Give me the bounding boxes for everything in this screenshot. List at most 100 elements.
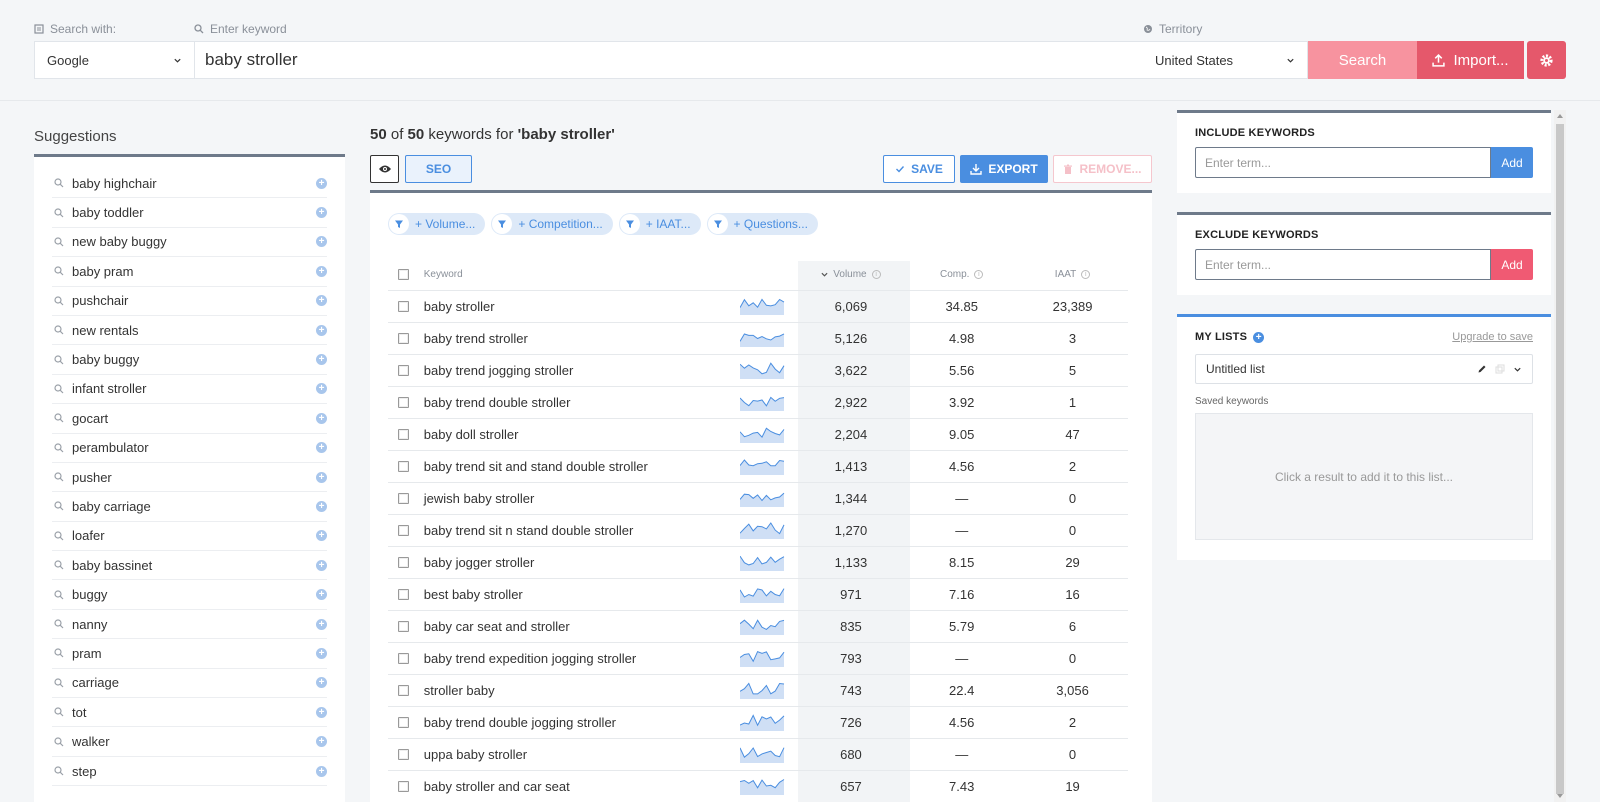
row-checkbox[interactable] <box>398 620 409 632</box>
keyword-cell[interactable]: uppa baby stroller <box>423 738 740 771</box>
table-row[interactable]: baby trend expedition jogging stroller 79… <box>388 642 1128 675</box>
table-row[interactable]: baby trend double stroller 2,922 3.92 1 <box>388 386 1128 419</box>
keyword-cell[interactable]: baby trend double stroller <box>423 386 740 419</box>
row-checkbox[interactable] <box>398 524 409 536</box>
suggestion-item[interactable]: baby bassinet + <box>52 551 327 581</box>
filter-chip[interactable]: + IAAT... <box>618 213 701 235</box>
suggestion-item[interactable]: step + <box>52 757 327 787</box>
keyword-cell[interactable]: baby car seat and stroller <box>423 610 740 643</box>
info-icon[interactable]: i <box>1081 269 1091 279</box>
suggestion-item[interactable]: carriage + <box>52 669 327 699</box>
suggestion-item[interactable]: pusher + <box>52 463 327 493</box>
add-suggestion-icon[interactable]: + <box>316 589 327 601</box>
row-checkbox[interactable] <box>398 364 409 376</box>
suggestion-item[interactable]: loafer + <box>52 522 327 552</box>
suggestion-item[interactable]: gocart + <box>52 404 327 434</box>
add-suggestion-icon[interactable]: + <box>316 677 327 689</box>
row-checkbox[interactable] <box>398 332 409 344</box>
keyword-cell[interactable]: baby stroller and car seat <box>423 770 740 802</box>
suggestion-item[interactable]: baby pram + <box>52 257 327 287</box>
add-suggestion-icon[interactable]: + <box>316 647 327 659</box>
row-checkbox[interactable] <box>398 428 409 440</box>
iaat-column-header[interactable]: IAAT i <box>1017 259 1128 291</box>
add-suggestion-icon[interactable]: + <box>316 559 327 571</box>
add-suggestion-icon[interactable]: + <box>316 618 327 630</box>
seo-button[interactable]: SEO <box>405 155 472 183</box>
keyword-cell[interactable]: baby trend double jogging stroller <box>423 706 740 739</box>
volume-column-header[interactable]: Volume i <box>795 259 907 291</box>
table-row[interactable]: baby trend double jogging stroller 726 4.5… <box>388 706 1128 739</box>
upgrade-link[interactable]: Upgrade to save <box>1452 331 1533 343</box>
row-checkbox[interactable] <box>398 460 409 472</box>
exclude-term-input[interactable]: Enter term... <box>1195 249 1491 280</box>
table-row[interactable]: baby trend stroller 5,126 4.98 3 <box>388 322 1128 355</box>
include-add-button[interactable]: Add <box>1491 147 1533 178</box>
keyword-cell[interactable]: best baby stroller <box>423 578 740 611</box>
add-suggestion-icon[interactable]: + <box>316 530 327 542</box>
add-list-icon[interactable]: + <box>1253 331 1265 343</box>
list-select[interactable]: Untitled list <box>1195 354 1533 384</box>
row-checkbox[interactable] <box>398 588 409 600</box>
add-suggestion-icon[interactable]: + <box>316 324 327 336</box>
add-suggestion-icon[interactable]: + <box>316 383 327 395</box>
add-suggestion-icon[interactable]: + <box>316 442 327 454</box>
export-button[interactable]: EXPORT <box>960 155 1048 183</box>
row-checkbox[interactable] <box>398 684 409 696</box>
suggestion-item[interactable]: new baby buggy + <box>52 228 327 258</box>
add-suggestion-icon[interactable]: + <box>316 295 327 307</box>
exclude-add-button[interactable]: Add <box>1491 249 1533 280</box>
info-icon[interactable]: i <box>871 269 881 279</box>
suggestion-item[interactable]: buggy + <box>52 580 327 610</box>
scroll-down-arrow[interactable] <box>1557 794 1563 798</box>
suggestion-item[interactable]: pram + <box>52 639 327 669</box>
suggestion-item[interactable]: pushchair + <box>52 287 327 316</box>
table-row[interactable]: baby doll stroller 2,204 9.05 47 <box>388 418 1128 451</box>
search-button[interactable]: Search <box>1308 41 1417 79</box>
keyword-cell[interactable]: baby trend sit and stand double stroller <box>423 450 740 483</box>
add-suggestion-icon[interactable]: + <box>316 471 327 483</box>
filter-chip[interactable]: + Competition... <box>491 213 613 235</box>
table-row[interactable]: uppa baby stroller 680—0 <box>388 738 1128 771</box>
table-row[interactable]: baby jogger stroller 1,133 8.15 29 <box>388 546 1128 579</box>
table-row[interactable]: baby stroller 6,069 34.85 23,389 <box>388 290 1128 323</box>
keyword-cell[interactable]: baby stroller <box>423 290 740 323</box>
suggestion-item[interactable]: new rentals + <box>52 316 327 346</box>
suggestion-item[interactable]: baby highchair + <box>52 169 327 199</box>
scroll-up-arrow[interactable] <box>1557 114 1563 118</box>
suggestion-item[interactable]: baby carriage + <box>52 492 327 522</box>
filter-chip[interactable]: + Questions... <box>706 213 818 235</box>
table-row[interactable]: baby car seat and stroller 835 5.79 6 <box>388 610 1128 643</box>
filter-chip[interactable]: + Volume... <box>388 213 486 235</box>
keyword-cell[interactable]: baby doll stroller <box>423 418 740 451</box>
add-suggestion-icon[interactable]: + <box>316 236 327 248</box>
row-checkbox[interactable] <box>398 492 409 504</box>
add-suggestion-icon[interactable]: + <box>316 736 327 748</box>
add-suggestion-icon[interactable]: + <box>316 412 327 424</box>
add-suggestion-icon[interactable]: + <box>316 500 327 512</box>
row-checkbox[interactable] <box>398 716 409 728</box>
suggestion-item[interactable]: infant stroller + <box>52 375 327 405</box>
keyword-cell[interactable]: jewish baby stroller <box>423 482 740 515</box>
table-row[interactable]: best baby stroller 971 7.16 16 <box>388 578 1128 611</box>
import-button[interactable]: Import... <box>1417 41 1524 79</box>
info-icon[interactable]: i <box>974 269 984 279</box>
suggestion-item[interactable]: perambulator + <box>52 434 327 463</box>
suggestion-item[interactable]: nanny + <box>52 610 327 640</box>
row-checkbox[interactable] <box>398 300 409 312</box>
pencil-icon[interactable] <box>1477 364 1487 374</box>
keyword-cell[interactable]: baby trend sit n stand double stroller <box>423 514 740 547</box>
table-row[interactable]: baby trend sit n stand double stroller 1,… <box>388 514 1128 547</box>
copy-icon[interactable] <box>1495 364 1505 374</box>
row-checkbox[interactable] <box>398 556 409 568</box>
scrollbar-thumb[interactable] <box>1556 124 1564 794</box>
add-suggestion-icon[interactable]: + <box>316 207 327 219</box>
add-suggestion-icon[interactable]: + <box>316 265 327 277</box>
keyword-cell[interactable]: baby trend jogging stroller <box>423 354 740 387</box>
add-suggestion-icon[interactable]: + <box>316 706 327 718</box>
add-suggestion-icon[interactable]: + <box>316 765 327 777</box>
table-row[interactable]: jewish baby stroller 1,344—0 <box>388 482 1128 515</box>
suggestion-item[interactable]: tot + <box>52 698 327 728</box>
select-all-checkbox[interactable] <box>398 268 409 280</box>
keyword-column-header[interactable]: Keyword <box>423 259 740 291</box>
row-checkbox[interactable] <box>398 780 409 792</box>
